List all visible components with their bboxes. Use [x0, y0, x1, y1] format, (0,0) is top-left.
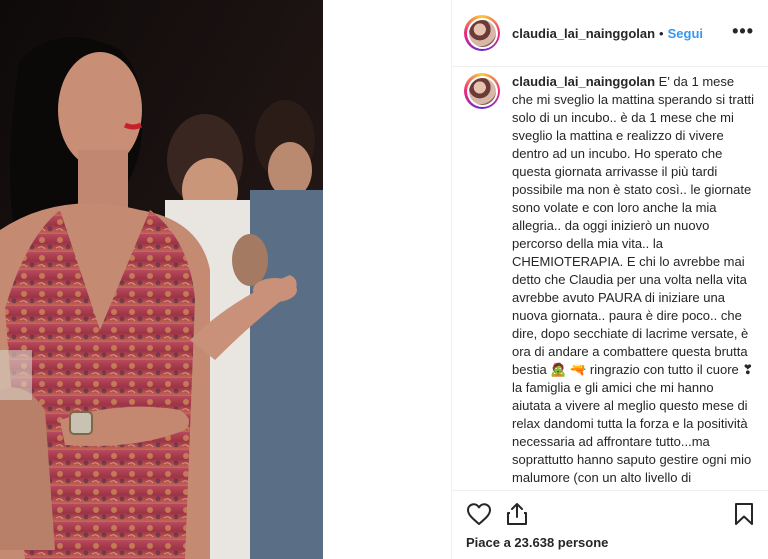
post-side-panel: claudia_lai_nainggolan • Segui ••• claud…: [451, 0, 768, 559]
avatar-image: [468, 19, 496, 47]
caption-avatar[interactable]: [464, 73, 500, 109]
post-photo: [0, 0, 323, 559]
bookmark-icon[interactable]: [734, 502, 754, 526]
action-icons: [466, 501, 754, 527]
likes-count[interactable]: Piace a 23.638 persone: [466, 535, 754, 550]
caption-text: E' da 1 mese che mi sveglio la mattina s…: [512, 74, 755, 485]
caption-area: claudia_lai_nainggolan E' da 1 mese che …: [452, 67, 768, 489]
avatar-image: [468, 77, 496, 105]
post-header: claudia_lai_nainggolan • Segui •••: [452, 0, 768, 67]
caption-username[interactable]: claudia_lai_nainggolan: [512, 74, 655, 89]
caption-text-block: claudia_lai_nainggolan E' da 1 mese che …: [512, 73, 756, 489]
heart-icon[interactable]: [466, 502, 492, 526]
photo-gap: [323, 0, 451, 559]
share-icon[interactable]: [506, 502, 528, 526]
avatar-ring-inner: [466, 17, 498, 49]
follow-button[interactable]: Segui: [668, 26, 703, 41]
more-options-icon[interactable]: •••: [732, 22, 754, 40]
header-username[interactable]: claudia_lai_nainggolan: [512, 26, 655, 41]
header-avatar[interactable]: [464, 15, 500, 51]
separator-dot: •: [659, 25, 664, 41]
avatar-ring-inner: [466, 75, 498, 107]
photo-illustration: [0, 0, 323, 559]
actions-bar: Piace a 23.638 persone: [452, 490, 768, 550]
